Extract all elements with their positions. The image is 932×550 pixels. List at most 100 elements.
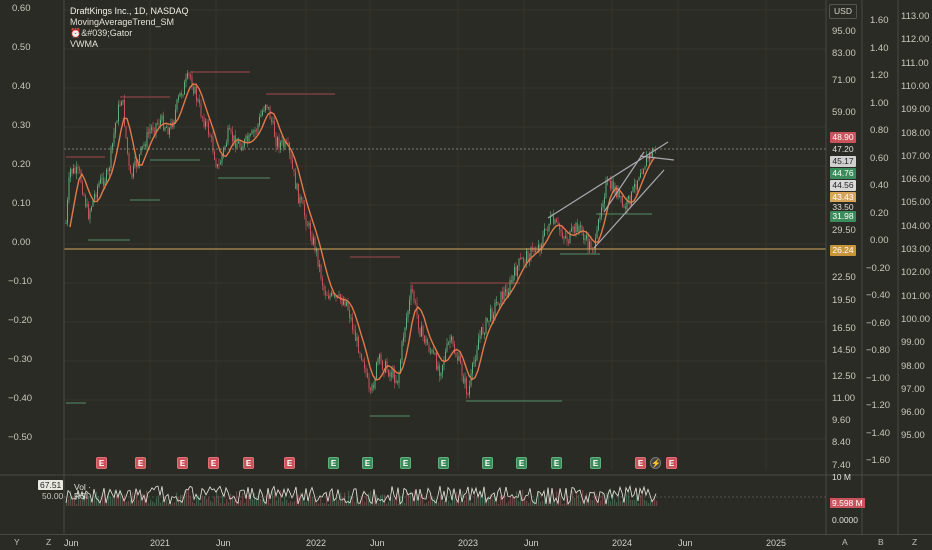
candle-body <box>562 232 563 238</box>
candle-body <box>344 300 346 306</box>
candle-body <box>628 195 629 199</box>
earnings-marker[interactable]: E <box>177 457 188 469</box>
earnings-marker[interactable]: E <box>516 457 527 469</box>
rsi-value-badge: 67.51 <box>38 480 64 490</box>
candle-body <box>146 132 148 147</box>
candle-body <box>458 355 460 361</box>
y-scale-button[interactable]: Y <box>14 537 20 547</box>
candle-body <box>511 280 512 282</box>
price-axis-tick: 14.50 <box>832 345 856 356</box>
earnings-marker[interactable]: E <box>635 457 646 469</box>
candle-body <box>215 159 217 167</box>
volume-bar <box>252 499 254 506</box>
volume-bar <box>198 495 200 506</box>
time-axis-bar[interactable]: Jun 2021 Jun 2022 Jun 2023 Jun 2024 Jun 2025 Y Z … <box>0 534 932 550</box>
indicator-gator[interactable]: ⏰&#039;Gator <box>70 28 189 39</box>
currency-button[interactable]: USD <box>829 4 857 19</box>
earnings-marker[interactable]: E <box>243 457 254 469</box>
candle-body <box>602 203 604 208</box>
candle-body <box>200 103 202 117</box>
earnings-marker[interactable]: E <box>590 457 601 469</box>
candle-body <box>125 126 127 138</box>
candle-body <box>229 128 230 130</box>
volume-bar <box>630 499 632 506</box>
volume-bar <box>552 502 554 506</box>
indicator-moving-average-trend[interactable]: MovingAverageTrend_SM <box>70 17 189 28</box>
right-axis-2-tick: 97.00 <box>901 383 925 395</box>
volume-bar <box>194 503 196 506</box>
earnings-marker[interactable]: E <box>482 457 493 469</box>
candle-body <box>392 369 394 378</box>
candle-body <box>65 223 67 225</box>
volume-bar <box>648 503 650 506</box>
candle-body <box>548 223 550 231</box>
candle-body <box>236 143 238 149</box>
candle-body <box>317 248 319 267</box>
candle-body <box>485 317 487 334</box>
volume-bar <box>638 503 640 506</box>
candle-body <box>73 168 74 174</box>
dividend-icon[interactable]: ⚡ <box>650 457 661 469</box>
indicator-vwma[interactable]: VWMA <box>70 39 189 50</box>
candle-body <box>457 357 458 361</box>
candle-body <box>382 360 383 370</box>
earnings-marker[interactable]: E <box>284 457 295 469</box>
candle-body <box>433 350 434 354</box>
candle-body <box>481 327 482 336</box>
candle-body <box>296 183 298 189</box>
z-right-button[interactable]: Z <box>912 537 917 547</box>
candle-body <box>164 127 166 131</box>
earnings-marker[interactable]: E <box>328 457 339 469</box>
candle-body <box>277 137 278 147</box>
right-axis-2-tick: 107.00 <box>901 150 931 162</box>
candle-body <box>509 280 511 293</box>
volume-bar <box>428 501 430 506</box>
candle-body <box>365 368 367 373</box>
candle-body <box>526 250 527 263</box>
earnings-marker[interactable]: E <box>208 457 219 469</box>
volume-bar <box>604 500 606 506</box>
earnings-marker[interactable]: E <box>551 457 562 469</box>
earnings-marker[interactable]: E <box>438 457 449 469</box>
volume-bar <box>542 500 544 506</box>
candle-body <box>347 301 349 310</box>
earnings-marker[interactable]: E <box>400 457 411 469</box>
volume-bar <box>304 501 306 506</box>
volume-bar <box>540 502 542 506</box>
b-scale-button[interactable]: B <box>878 537 884 547</box>
price-axis-tick: 8.40 <box>832 437 851 448</box>
time-axis-tick: 2024 <box>612 538 633 548</box>
chart-grid <box>64 0 826 470</box>
candle-body <box>407 310 409 318</box>
price-axis-tick: 16.50 <box>832 323 856 334</box>
candle-body <box>79 168 80 171</box>
candle-body <box>467 393 469 395</box>
right-axis-2-tick: 96.00 <box>901 407 925 419</box>
candle-body <box>254 130 256 133</box>
candle-body <box>169 127 170 135</box>
price-chart[interactable] <box>0 0 932 534</box>
price-axis-tick: 7.40 <box>832 460 851 471</box>
candle-body <box>290 153 292 160</box>
volume-rsi-pane[interactable] <box>0 474 932 534</box>
volume-bar <box>218 495 220 506</box>
earnings-marker[interactable]: E <box>666 457 677 469</box>
candle-body <box>370 388 371 391</box>
volume-bar <box>226 498 228 506</box>
z-scale-button[interactable]: Z <box>46 537 51 547</box>
candle-body <box>349 309 350 319</box>
candle-body <box>283 140 284 148</box>
candle-body <box>107 169 109 172</box>
earnings-marker[interactable]: E <box>135 457 146 469</box>
earnings-marker[interactable]: E <box>96 457 107 469</box>
price-axis-tick: 95.00 <box>832 26 856 37</box>
candle-body <box>437 365 439 370</box>
symbol-title[interactable]: DraftKings Inc., 1D, NASDAQ <box>70 6 189 17</box>
volume-bar <box>444 501 446 506</box>
candle-body <box>631 191 632 206</box>
auto-scale-button[interactable]: A <box>842 537 848 547</box>
volume-bar <box>602 491 604 506</box>
rsi-label[interactable]: RSI <box>74 491 88 501</box>
candle-body <box>134 160 136 166</box>
earnings-marker[interactable]: E <box>362 457 373 469</box>
